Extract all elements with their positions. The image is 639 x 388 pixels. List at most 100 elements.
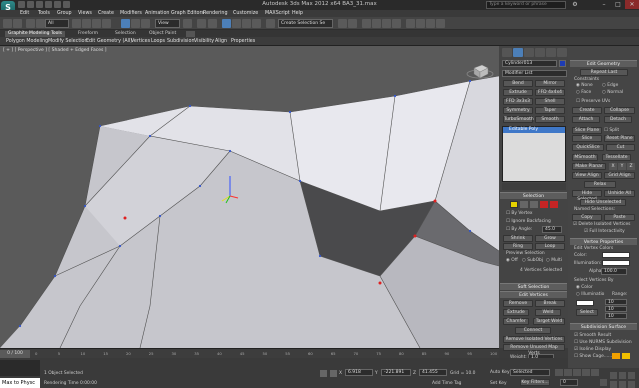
edit-vertices-rollout[interactable]: Edit Vertices (500, 291, 567, 298)
ribbon-properties[interactable]: Properties (231, 38, 255, 45)
extrude-mod-button[interactable]: Extrude (503, 89, 533, 96)
mirror-button[interactable]: Mirror (535, 80, 565, 87)
reset-plane-button[interactable]: Reset Plane (604, 135, 635, 142)
target-weld-button[interactable]: Target Weld (533, 318, 565, 325)
planar-y-button[interactable]: Y (618, 163, 626, 170)
infocenter-icon[interactable]: ⚙ (568, 0, 582, 9)
viewport-label-menu[interactable]: [ + ] [ Perspective ] [ Shaded + Edged F… (3, 48, 107, 53)
modify-tab-icon[interactable] (513, 48, 523, 57)
create-tab-icon[interactable] (502, 48, 512, 57)
curve-editor-icon[interactable] (382, 19, 391, 28)
prev-frame-icon[interactable] (564, 369, 572, 376)
material-editor-icon[interactable] (406, 19, 415, 28)
unhide-all-button[interactable]: Unhide All (604, 190, 635, 197)
ribbon-edit[interactable]: Edit (86, 38, 95, 45)
edit-geometry-rollout[interactable]: Edit Geometry (570, 60, 637, 67)
percent-snap-icon[interactable] (242, 19, 251, 28)
menu-animation[interactable]: Animation (145, 10, 169, 17)
copy-button[interactable]: Copy (572, 214, 602, 221)
remove-isolated-button[interactable]: Remove Isolated Vertices (503, 336, 565, 343)
time-config-icon[interactable] (600, 379, 607, 386)
soft-selection-rollout[interactable]: Soft Selection (500, 283, 567, 290)
auto-key-button[interactable]: Auto Key (490, 370, 510, 375)
edit-named-sets-icon[interactable] (266, 19, 275, 28)
go-to-end-icon[interactable] (591, 369, 599, 376)
render-icon[interactable] (436, 19, 445, 28)
x-coordinate-field[interactable]: 6.918 (345, 369, 373, 376)
pan-icon[interactable] (619, 372, 626, 379)
mirror-icon[interactable] (338, 19, 347, 28)
symmetry-button[interactable]: Symmetry (503, 107, 533, 114)
chamfer-button[interactable]: Chamfer (503, 318, 529, 325)
unlink-icon[interactable] (36, 19, 45, 28)
lock-selection-icon[interactable] (320, 370, 327, 377)
menu-group[interactable]: Group (57, 10, 72, 17)
zoom-extents-icon[interactable] (619, 381, 626, 388)
menu-rendering[interactable]: Rendering (203, 10, 228, 17)
snaps-toggle-icon[interactable] (222, 19, 231, 28)
vertex-properties-rollout[interactable]: Vertex Properties (570, 238, 637, 245)
full-interactivity-checkbox[interactable]: ☑ Full Interactivity (584, 229, 625, 234)
constraint-edge-radio[interactable]: ○ Edge (602, 83, 618, 88)
preserve-uvs-checkbox[interactable]: ☐ Preserve UVs (576, 99, 610, 104)
collapse-button[interactable]: Collapse (604, 107, 635, 114)
break-button[interactable]: Break (535, 300, 565, 307)
attach-button[interactable]: Attach (572, 116, 600, 123)
edge-mode-icon[interactable] (520, 201, 528, 208)
taper-button[interactable]: Taper (535, 107, 565, 114)
grid-align-button[interactable]: Grid Align (604, 172, 635, 179)
border-mode-icon[interactable] (530, 201, 538, 208)
ribbon-visibility[interactable]: Visibility (194, 38, 214, 45)
key-mode-select[interactable]: Selected (510, 369, 550, 376)
select-rotate-icon[interactable] (131, 19, 140, 28)
schematic-view-icon[interactable] (392, 19, 401, 28)
smooth-result-checkbox[interactable]: ☑ Smooth Result (574, 333, 611, 338)
quickslice-button[interactable]: QuickSlice (572, 144, 604, 151)
ref-coord-select[interactable]: View (155, 19, 180, 28)
create-button[interactable]: Create (572, 107, 602, 114)
range-b-spinner[interactable]: 10 (605, 313, 627, 319)
isoline-display-checkbox[interactable]: ☑ Isoline Display (574, 347, 611, 352)
menu-graph-editors[interactable]: Graph Editors (171, 10, 204, 17)
ribbon-subdivision[interactable]: Subdivision (167, 38, 195, 45)
loop-button[interactable]: Loop (535, 243, 565, 250)
ribbon-geometry-all[interactable]: Geometry (All) (97, 38, 132, 45)
time-slider[interactable]: 0 / 100 (0, 350, 30, 358)
range-r-spinner[interactable]: 10 (605, 299, 627, 305)
split-checkbox[interactable]: ☐ Split (604, 128, 619, 133)
selection-rollout[interactable]: Selection (500, 192, 567, 199)
range-g-spinner[interactable]: 10 (605, 306, 627, 312)
perspective-viewport[interactable] (0, 46, 499, 348)
go-to-start-icon[interactable] (555, 369, 563, 376)
keyboard-shortcut-icon[interactable] (208, 19, 217, 28)
menu-modifiers[interactable]: Modifiers (120, 10, 142, 17)
menu-edit[interactable]: Edit (20, 10, 29, 17)
preview-subobj-radio[interactable]: ○ SubObj (522, 258, 543, 263)
smooth-button[interactable]: Smooth (535, 116, 565, 123)
maxscript-mini-listener[interactable]: Max to Physc (0, 378, 40, 388)
selection-filter-select[interactable]: All (45, 19, 69, 28)
menu-create[interactable]: Create (98, 10, 114, 17)
render-setup-icon[interactable] (416, 19, 425, 28)
subdivision-surface-rollout[interactable]: Subdivision Surface (570, 323, 637, 330)
ribbon-modify-selection[interactable]: Modify Selection (48, 38, 88, 45)
select-by-color-radio[interactable]: ◉ Color (576, 285, 593, 290)
cut-button[interactable]: Cut (606, 144, 635, 151)
hide-unselected-button[interactable]: Hide Unselected (580, 199, 626, 206)
motion-tab-icon[interactable] (535, 48, 545, 57)
delete-isolated-checkbox[interactable]: ☑ Delete Isolated Vertices (573, 222, 630, 227)
tessellate-button[interactable]: Tessellate (602, 154, 631, 161)
planar-z-button[interactable]: Z (627, 163, 635, 170)
menu-customize[interactable]: Customize (233, 10, 258, 17)
view-align-button[interactable]: View Align (572, 172, 602, 179)
slice-plane-button[interactable]: Slice Plane (572, 127, 602, 134)
stack-item-editable-poly[interactable]: Editable Poly (503, 127, 565, 133)
pivot-center-icon[interactable] (183, 19, 192, 28)
cage-color-2[interactable] (622, 353, 630, 359)
shrink-button[interactable]: Shrink (503, 235, 533, 242)
connect-button[interactable]: Connect (515, 327, 551, 334)
absolute-mode-icon[interactable] (330, 370, 337, 377)
make-planar-button[interactable]: Make Planar (572, 163, 606, 170)
utilities-tab-icon[interactable] (557, 48, 567, 57)
by-angle-checkbox[interactable]: ☐ By Angle: (506, 227, 532, 232)
